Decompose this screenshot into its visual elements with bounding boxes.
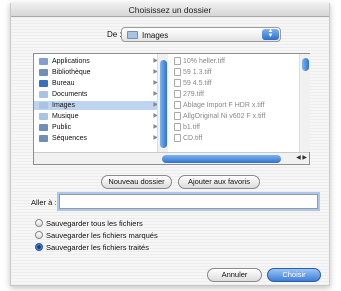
library-folder-icon (39, 69, 48, 76)
file-item[interactable]: 10% heller.tiff (169, 57, 289, 66)
sidebar-item-documents[interactable]: Documents ▶ (34, 90, 158, 99)
file-item[interactable]: 59 4.5.tiff (169, 79, 289, 88)
column-browser: Applications ▶ Bibliothèque ▶ Bureau ▶ D… (33, 53, 310, 165)
sidebar-item-bureau[interactable]: Bureau ▶ (34, 79, 158, 88)
new-folder-button[interactable]: Nouveau dossier (101, 175, 172, 189)
sidebar-item-label: Documents (52, 91, 88, 98)
file-item[interactable]: CD.tiff (169, 134, 289, 143)
radio-button-icon[interactable] (35, 231, 43, 239)
location-row: De : Images ▲ ▼ (11, 27, 329, 43)
file-icon (174, 90, 181, 98)
file-icon (174, 134, 181, 142)
file-icon (174, 57, 181, 65)
movies-folder-icon (39, 135, 48, 142)
file-item[interactable]: AllgOriginal Ni v602 F x.tiff (169, 112, 289, 121)
goto-label: Aller à : (31, 198, 57, 207)
window-title: Choisissez un dossier (11, 3, 329, 17)
radio-label: Sauvegarder tous les fichiers (46, 219, 143, 228)
folder-chooser-dialog: Choisissez un dossier De : Images ▲ ▼ App… (10, 3, 330, 286)
radio-label: Sauvegarder les fichiers marqués (46, 231, 158, 240)
sidebar-item-bibliotheque[interactable]: Bibliothèque ▶ (34, 68, 158, 77)
file-icon (174, 101, 181, 109)
public-folder-icon (39, 124, 48, 131)
sidebar-item-images[interactable]: Images ▶ (34, 101, 158, 110)
scrollbar-thumb[interactable] (162, 155, 281, 163)
sidebar-item-sequences[interactable]: Séquences ▶ (34, 134, 158, 143)
choose-button[interactable]: Choisir (267, 268, 321, 282)
sidebar-item-label: Bibliothèque (52, 69, 91, 76)
file-item[interactable]: 59 1.3.tiff (169, 68, 289, 77)
popup-arrows-icon: ▲ ▼ (262, 28, 279, 40)
file-label: 10% heller.tiff (183, 58, 225, 65)
horizontal-scrollbar[interactable]: ◀ ▶ (34, 152, 309, 164)
file-label: 279.tiff (183, 91, 204, 98)
sidebar-item-label: Public (52, 124, 72, 131)
scrollbar-thumb[interactable] (302, 58, 309, 71)
places-scrollbar[interactable] (157, 54, 168, 152)
sidebar-item-label: Bureau (52, 80, 75, 87)
sidebar-item-label: Musique (52, 113, 79, 120)
sidebar-item-applications[interactable]: Applications ▶ (34, 57, 158, 66)
file-label: 59 1.3.tiff (183, 69, 212, 76)
radio-button-icon[interactable] (35, 219, 43, 227)
location-popup[interactable]: Images ▲ ▼ (121, 27, 281, 42)
sidebar-item-label: Images (52, 102, 75, 109)
radio-label: Sauvegarder les fichiers traités (46, 243, 149, 252)
desktop-icon (39, 80, 48, 87)
file-label: b1.tiff (183, 124, 200, 131)
file-item[interactable]: 279.tiff (169, 90, 289, 99)
file-label: AllgOriginal Ni v602 F x.tiff (183, 113, 266, 120)
goto-input[interactable] (59, 194, 318, 209)
music-folder-icon (39, 113, 48, 120)
folder-icon (127, 31, 138, 39)
scroll-arrows-icon[interactable]: ◀ ▶ (296, 154, 307, 161)
file-icon (174, 112, 181, 120)
files-column: 10% heller.tiff 59 1.3.tiff 59 4.5.tiff … (169, 54, 300, 152)
file-label: CD.tiff (183, 135, 203, 142)
cancel-button[interactable]: Annuler (207, 268, 262, 282)
places-column: Applications ▶ Bibliothèque ▶ Bureau ▶ D… (34, 54, 168, 152)
file-label: 59 4.5.tiff (183, 80, 212, 87)
applications-icon (39, 58, 48, 65)
location-label: De : (107, 30, 122, 39)
pictures-folder-icon (39, 102, 48, 109)
file-label: Ablage Import F HDR x.tiff (183, 102, 265, 109)
radio-button-selected-icon[interactable] (35, 243, 43, 251)
sidebar-item-musique[interactable]: Musique ▶ (34, 112, 158, 121)
sidebar-item-public[interactable]: Public ▶ (34, 123, 158, 132)
add-to-favorites-button[interactable]: Ajouter aux favoris (178, 175, 260, 189)
file-item[interactable]: b1.tiff (169, 123, 289, 132)
file-icon (174, 68, 181, 76)
file-icon (174, 79, 181, 87)
scrollbar-thumb[interactable] (160, 60, 167, 148)
sidebar-item-label: Séquences (52, 135, 88, 142)
file-icon (174, 123, 181, 131)
file-item[interactable]: Ablage Import F HDR x.tiff (169, 101, 289, 110)
sidebar-item-label: Applications (52, 58, 90, 65)
files-scrollbar[interactable] (299, 54, 310, 152)
documents-folder-icon (39, 91, 48, 98)
location-value: Images (142, 31, 169, 40)
